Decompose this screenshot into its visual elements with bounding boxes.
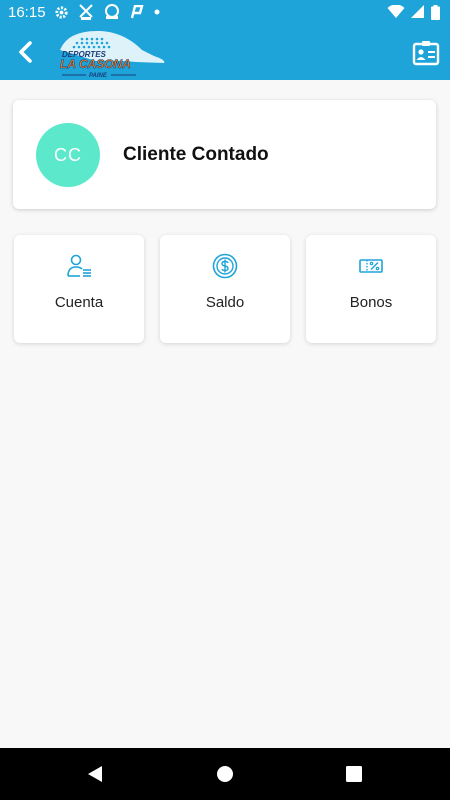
app-logo: DEPORTES LA CASONA PAINE bbox=[60, 30, 165, 78]
avatar: CC bbox=[36, 123, 100, 187]
signal-icon bbox=[411, 5, 424, 18]
tile-cuenta[interactable]: Cuenta bbox=[14, 235, 144, 343]
profile-name: Cliente Contado bbox=[123, 144, 269, 165]
battery-icon bbox=[431, 4, 440, 20]
contact-card-icon[interactable] bbox=[412, 40, 440, 66]
dot-icon bbox=[154, 9, 160, 15]
badge-icon bbox=[104, 4, 119, 19]
app-bar: DEPORTES LA CASONA PAINE bbox=[0, 24, 450, 80]
svg-text:LA CASONA: LA CASONA bbox=[60, 57, 131, 71]
nav-back-icon[interactable] bbox=[86, 765, 104, 783]
nav-recents-icon[interactable] bbox=[346, 766, 362, 782]
tile-label: Cuenta bbox=[54, 294, 104, 311]
svg-text:PAINE: PAINE bbox=[89, 73, 108, 78]
p-app-icon bbox=[130, 5, 144, 19]
chevron-left-icon[interactable] bbox=[12, 38, 40, 66]
tile-label: Saldo bbox=[205, 294, 245, 311]
status-bar: 16:15 bbox=[0, 0, 450, 24]
percent-ticket-icon bbox=[359, 259, 383, 273]
nav-home-icon[interactable] bbox=[216, 765, 234, 783]
user-list-icon bbox=[67, 254, 91, 277]
gear-icon bbox=[54, 5, 68, 19]
wifi-icon bbox=[387, 5, 405, 18]
tile-label: Bonos bbox=[349, 294, 393, 311]
tile-bonos[interactable]: Bonos bbox=[306, 235, 436, 343]
padel-logo-icon bbox=[78, 4, 93, 20]
profile-card: CC Cliente Contado bbox=[13, 100, 436, 209]
menu-tiles: Cuenta Saldo Bonos bbox=[14, 235, 436, 343]
navigation-bar bbox=[0, 748, 450, 800]
dollar-coin-icon bbox=[212, 253, 238, 279]
tile-saldo[interactable]: Saldo bbox=[160, 235, 290, 343]
status-time: 16:15 bbox=[8, 3, 46, 21]
